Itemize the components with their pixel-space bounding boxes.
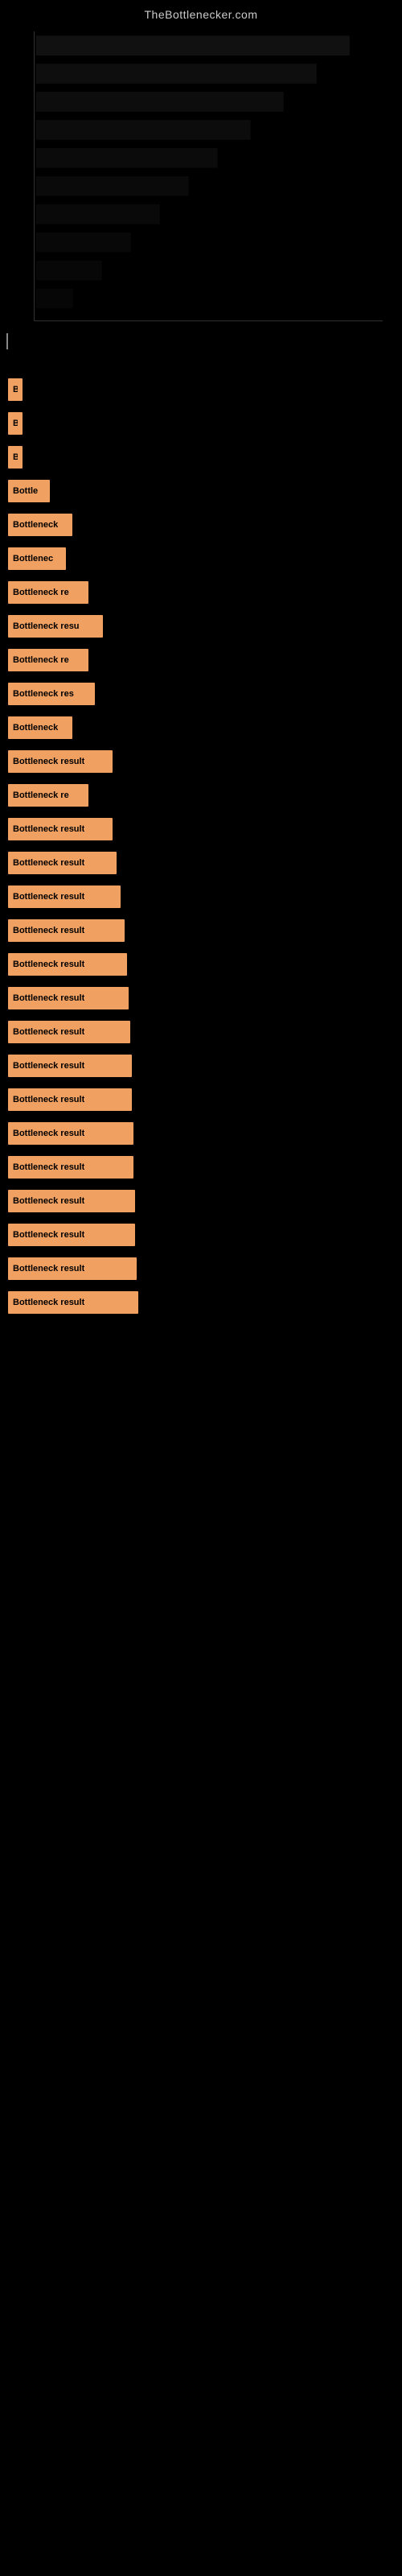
result-label: Bottleneck resu <box>13 621 80 631</box>
result-bar: Bottleneck result <box>8 1156 133 1179</box>
result-item: Bottleneck <box>0 712 402 744</box>
result-item: Bottleneck result <box>0 1016 402 1048</box>
results-list: B B B Bottle Bottleneck Bottlenec Bottleneck r… <box>0 357 402 1320</box>
result-label: Bottleneck <box>13 520 58 530</box>
result-label: Bottleneck result <box>13 1061 84 1071</box>
result-bar: Bottleneck re <box>8 784 88 807</box>
result-bar: Bottlenec <box>8 547 66 570</box>
result-item: Bottleneck result <box>0 1151 402 1183</box>
result-bar: Bottleneck result <box>8 987 129 1009</box>
result-label: Bottleneck res <box>13 689 74 699</box>
result-bar: Bottleneck result <box>8 1021 130 1043</box>
cursor-line <box>6 333 8 349</box>
result-label: Bottleneck result <box>13 1298 84 1307</box>
result-bar: Bottleneck result <box>8 1291 138 1314</box>
result-label: Bottleneck result <box>13 757 84 766</box>
result-label: B <box>13 452 18 462</box>
result-item: B <box>0 407 402 440</box>
result-bar: Bottleneck result <box>8 1224 135 1246</box>
result-label: Bottleneck re <box>13 655 69 665</box>
result-bar: Bottleneck result <box>8 750 113 773</box>
result-bar: Bottleneck re <box>8 581 88 604</box>
result-bar: B <box>8 446 23 469</box>
result-label: Bottleneck re <box>13 791 69 800</box>
result-item: Bottleneck resu <box>0 610 402 642</box>
result-bar: Bottleneck res <box>8 683 95 705</box>
result-bar: Bottleneck result <box>8 886 121 908</box>
result-label: Bottleneck result <box>13 1027 84 1037</box>
result-label: Bottleneck <box>13 723 58 733</box>
result-bar: Bottleneck re <box>8 649 88 671</box>
site-title: TheBottlenecker.com <box>0 0 402 27</box>
result-label: Bottleneck result <box>13 1162 84 1172</box>
result-bar: Bottle <box>8 480 50 502</box>
result-item: Bottleneck res <box>0 678 402 710</box>
result-label: Bottleneck result <box>13 993 84 1003</box>
result-item: Bottleneck result <box>0 982 402 1014</box>
result-bar: Bottleneck result <box>8 953 127 976</box>
result-item: Bottleneck result <box>0 948 402 980</box>
result-item: Bottleneck <box>0 509 402 541</box>
result-bar: Bottleneck <box>8 514 72 536</box>
result-item: Bottleneck result <box>0 1050 402 1082</box>
result-bar: B <box>8 412 23 435</box>
result-bar: Bottleneck result <box>8 1257 137 1280</box>
result-label: Bottleneck result <box>13 1230 84 1240</box>
result-item: Bottleneck result <box>0 1084 402 1116</box>
result-label: Bottleneck result <box>13 1196 84 1206</box>
cursor-area <box>0 333 402 357</box>
result-item: Bottleneck result <box>0 1219 402 1251</box>
result-bar: Bottleneck <box>8 716 72 739</box>
result-item: Bottleneck re <box>0 779 402 811</box>
result-item: Bottleneck result <box>0 847 402 879</box>
result-label: Bottleneck result <box>13 1129 84 1138</box>
result-bar: Bottleneck result <box>8 1122 133 1145</box>
result-label: Bottleneck result <box>13 926 84 935</box>
result-item: Bottleneck result <box>0 1185 402 1217</box>
result-item: Bottleneck result <box>0 1286 402 1319</box>
result-label: Bottleneck result <box>13 824 84 834</box>
result-bar: Bottleneck result <box>8 1088 132 1111</box>
result-item: Bottleneck result <box>0 881 402 913</box>
result-item: Bottle <box>0 475 402 507</box>
result-label: Bottleneck result <box>13 1264 84 1274</box>
result-item: B <box>0 441 402 473</box>
result-label: Bottleneck result <box>13 892 84 902</box>
result-bar: Bottleneck result <box>8 919 125 942</box>
result-label: Bottleneck result <box>13 960 84 969</box>
result-item: Bottleneck re <box>0 576 402 609</box>
result-label: Bottleneck result <box>13 1095 84 1104</box>
result-item: Bottlenec <box>0 543 402 575</box>
result-label: Bottleneck re <box>13 588 69 597</box>
result-label: Bottle <box>13 486 38 496</box>
result-label: B <box>13 385 18 394</box>
result-label: B <box>13 419 18 428</box>
result-item: B <box>0 374 402 406</box>
result-item: Bottleneck result <box>0 1253 402 1285</box>
result-item: Bottleneck re <box>0 644 402 676</box>
result-bar: Bottleneck result <box>8 852 117 874</box>
result-bar: Bottleneck result <box>8 1190 135 1212</box>
result-bar: Bottleneck result <box>8 818 113 840</box>
result-item: Bottleneck result <box>0 914 402 947</box>
result-item: Bottleneck result <box>0 1117 402 1150</box>
result-item: Bottleneck result <box>0 813 402 845</box>
result-label: Bottleneck result <box>13 858 84 868</box>
result-bar: B <box>8 378 23 401</box>
site-header: TheBottlenecker.com <box>0 0 402 27</box>
bar-chart-area <box>0 27 402 333</box>
result-bar: Bottleneck resu <box>8 615 103 638</box>
result-label: Bottlenec <box>13 554 53 564</box>
result-bar: Bottleneck result <box>8 1055 132 1077</box>
result-item: Bottleneck result <box>0 745 402 778</box>
chart-svg <box>0 27 402 333</box>
